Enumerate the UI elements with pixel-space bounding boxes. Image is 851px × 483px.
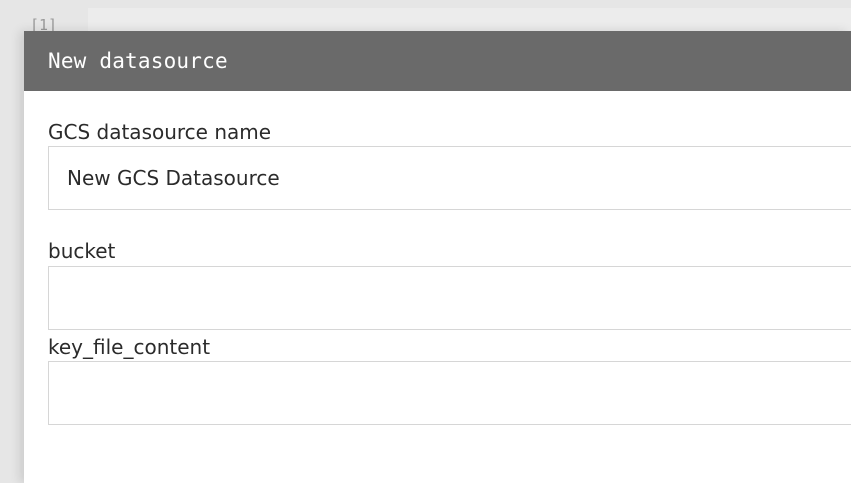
- new-datasource-dialog: New datasource GCS datasource name bucke…: [24, 31, 851, 483]
- bucket-label: bucket: [48, 239, 116, 263]
- key-file-content-input[interactable]: [48, 361, 851, 425]
- dialog-header: New datasource: [24, 31, 851, 91]
- key-file-content-label: key_file_content: [48, 335, 211, 359]
- datasource-name-label: GCS datasource name: [48, 120, 272, 144]
- bucket-input[interactable]: [48, 266, 851, 330]
- datasource-name-input[interactable]: [48, 146, 851, 210]
- dialog-title: New datasource: [48, 49, 228, 73]
- cell-prompt: [1]: [30, 18, 58, 31]
